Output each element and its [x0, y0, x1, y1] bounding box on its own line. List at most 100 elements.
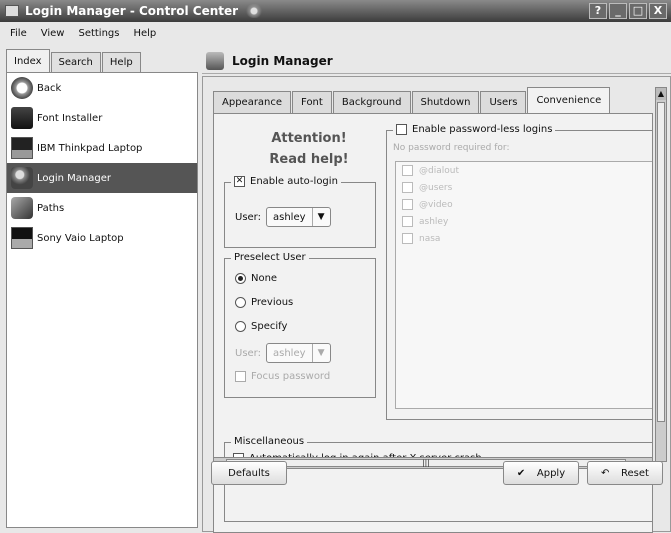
tab-font[interactable]: Font: [292, 91, 332, 113]
list-item[interactable]: @users: [396, 179, 652, 196]
sidebar-item-label: Sony Vaio Laptop: [37, 232, 124, 244]
reset-label: Reset: [621, 467, 649, 479]
focus-password-checkbox[interactable]: [235, 371, 246, 382]
maximize-button[interactable]: □: [629, 3, 647, 19]
page-title: Login Manager: [232, 53, 333, 68]
sidebar-item-label: Back: [37, 82, 62, 94]
laptop-icon: [11, 227, 33, 249]
swirl-icon: [246, 4, 267, 18]
list-item-checkbox[interactable]: [402, 182, 413, 193]
preselect-none-radio[interactable]: [235, 273, 246, 284]
preselect-specify-option[interactable]: Specify: [235, 321, 287, 332]
list-item-label: nasa: [419, 233, 441, 244]
list-item-checkbox[interactable]: [402, 199, 413, 210]
preselect-user-value: ashley: [273, 347, 306, 359]
module-body: Appearance Font Background Shutdown User…: [202, 76, 671, 533]
scroll-up-icon[interactable]: ▲: [656, 88, 666, 100]
misc-title: Miscellaneous: [231, 436, 308, 447]
close-button[interactable]: X: [649, 3, 667, 19]
module-header: Login Manager: [202, 48, 671, 74]
menu-file[interactable]: File: [10, 28, 27, 39]
sidebar-item-ibm-thinkpad[interactable]: IBM Thinkpad Laptop: [7, 133, 197, 163]
menu-help[interactable]: Help: [133, 28, 156, 39]
preselect-user-select[interactable]: ashley ▼: [266, 343, 331, 363]
vertical-scrollbar[interactable]: ▲: [655, 87, 667, 462]
checkmark-icon: ✔: [516, 468, 526, 479]
menu-bar: File View Settings Help: [0, 22, 671, 44]
passwordless-user-list[interactable]: @dialout @users @video ashley nasa: [395, 161, 652, 409]
chevron-down-icon: ▼: [311, 344, 330, 362]
title-bar: Login Manager - Control Center ? _ □ X: [0, 0, 671, 22]
attention-title: Attention!: [271, 131, 347, 146]
list-item[interactable]: @dialout: [396, 162, 652, 179]
app-icon: [5, 5, 19, 17]
chevron-down-icon: ▼: [311, 208, 330, 226]
tab-appearance[interactable]: Appearance: [213, 91, 292, 113]
module-list: Back Font Installer IBM Thinkpad Laptop …: [6, 72, 198, 528]
tab-background[interactable]: Background: [332, 91, 411, 113]
menu-settings[interactable]: Settings: [78, 28, 119, 39]
tab-search[interactable]: Search: [50, 52, 101, 72]
back-icon: [11, 77, 33, 99]
preselect-none-label: None: [251, 273, 278, 284]
laptop-icon: [11, 137, 33, 159]
list-item-checkbox[interactable]: [402, 165, 413, 176]
autologin-user-select[interactable]: ashley ▼: [266, 207, 331, 227]
autologin-group: ✕ Enable auto-login User: ashley ▼: [224, 176, 376, 248]
sidebar-item-label: Paths: [37, 202, 65, 214]
list-item-checkbox[interactable]: [402, 216, 413, 227]
preselect-specify-radio[interactable]: [235, 321, 246, 332]
list-item[interactable]: nasa: [396, 230, 652, 247]
apply-button[interactable]: ✔ Apply: [503, 461, 579, 485]
autologin-label: Enable auto-login: [250, 176, 338, 187]
font-icon: [11, 107, 33, 129]
autologin-checkbox[interactable]: ✕: [234, 176, 245, 187]
tab-shutdown[interactable]: Shutdown: [411, 91, 480, 113]
tab-users[interactable]: Users: [480, 91, 527, 113]
sidebar-item-sony-vaio[interactable]: Sony Vaio Laptop: [7, 223, 197, 253]
preselect-user-label: User:: [235, 347, 261, 359]
sidebar-item-login-manager[interactable]: Login Manager: [7, 163, 197, 193]
autologin-user-label: User:: [235, 211, 261, 223]
preselect-title: Preselect User: [231, 252, 309, 263]
focus-password-label: Focus password: [251, 371, 331, 382]
list-item-label: ashley: [419, 216, 449, 227]
sidebar-item-label: Login Manager: [37, 172, 111, 184]
preselect-previous-radio[interactable]: [235, 297, 246, 308]
list-item-checkbox[interactable]: [402, 233, 413, 244]
sidebar: Index Search Help Back Font Installer IB…: [0, 48, 199, 532]
menu-view[interactable]: View: [41, 28, 65, 39]
passwordless-checkbox[interactable]: [396, 124, 407, 135]
list-item-label: @video: [419, 199, 453, 210]
reset-icon: ↶: [601, 468, 610, 479]
scroll-thumb[interactable]: [657, 102, 665, 422]
reset-button[interactable]: ↶ Reset: [587, 461, 663, 485]
preselect-previous-option[interactable]: Previous: [235, 297, 293, 308]
list-item[interactable]: ashley: [396, 213, 652, 230]
defaults-button[interactable]: Defaults: [211, 461, 287, 485]
preselect-specify-label: Specify: [251, 321, 288, 332]
help-window-button[interactable]: ?: [589, 3, 607, 19]
defaults-label: Defaults: [228, 467, 270, 479]
autologin-user-value: ashley: [273, 211, 306, 223]
preselect-previous-label: Previous: [251, 297, 294, 308]
minimize-button[interactable]: _: [609, 3, 627, 19]
paths-icon: [11, 197, 33, 219]
sidebar-item-back[interactable]: Back: [7, 73, 197, 103]
sidebar-item-paths[interactable]: Paths: [7, 193, 197, 223]
apply-label: Apply: [536, 467, 566, 479]
sidebar-item-label: Font Installer: [37, 112, 103, 124]
tab-index[interactable]: Index: [6, 49, 50, 72]
list-item-label: @dialout: [419, 165, 459, 176]
tab-help[interactable]: Help: [101, 52, 141, 72]
attention-subtitle: Read help!: [269, 152, 349, 167]
module-tabs: Appearance Font Background Shutdown User…: [213, 87, 611, 113]
tab-convenience[interactable]: Convenience: [527, 87, 611, 113]
list-item[interactable]: @video: [396, 196, 652, 213]
preselect-none-option[interactable]: None: [235, 273, 277, 284]
attention-note: Attention! Read help!: [244, 128, 374, 170]
passwordless-label: Enable password-less logins: [412, 124, 553, 135]
focus-password-option[interactable]: Focus password: [235, 371, 330, 382]
no-password-label: No password required for:: [393, 143, 510, 153]
sidebar-item-font-installer[interactable]: Font Installer: [7, 103, 197, 133]
